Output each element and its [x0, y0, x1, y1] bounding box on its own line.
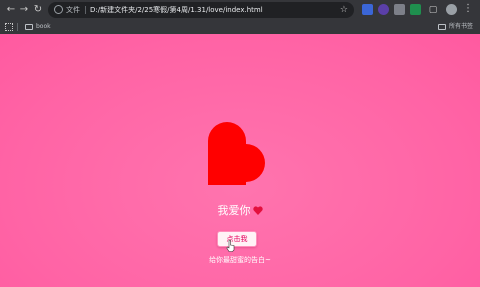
address-bar[interactable]: 文件 D:/新建文件夹/2/25寒假/第4周/1.31/love/index.h…: [48, 2, 354, 18]
page-subtitle: 给你最甜蜜的告白~: [209, 256, 271, 264]
menu-icon[interactable]: ⋮: [463, 2, 473, 16]
browser-toolbar: ← → ↻ 文件 D:/新建文件夹/2/25寒假/第4周/1.31/love/i…: [0, 0, 480, 20]
apps-grid-icon[interactable]: [5, 23, 13, 31]
profile-avatar-icon[interactable]: [446, 4, 457, 15]
address-bar-divider: [85, 6, 86, 14]
extension-icon-1[interactable]: [362, 4, 373, 15]
address-bar-scheme-label: 文件: [66, 6, 80, 14]
star-icon[interactable]: ☆: [340, 3, 348, 17]
extension-icon-2[interactable]: [378, 4, 389, 15]
folder-icon: [438, 24, 446, 30]
bookmark-book[interactable]: book: [36, 21, 51, 33]
extension-icon-3[interactable]: [394, 4, 405, 15]
reload-icon[interactable]: ↻: [31, 3, 45, 17]
bookmarks-divider: [17, 23, 18, 31]
heart-icon: [208, 122, 265, 185]
heart-emoji-icon: [252, 206, 263, 215]
extensions-puzzle-icon[interactable]: ▢: [427, 3, 439, 17]
page-content: 我爱你 点击我 给你最甜蜜的告白~: [0, 34, 480, 287]
browser-chrome: ← → ↻ 文件 D:/新建文件夹/2/25寒假/第4周/1.31/love/i…: [0, 0, 480, 34]
forward-arrow-icon[interactable]: →: [17, 3, 31, 17]
back-arrow-icon[interactable]: ←: [4, 3, 18, 17]
bookmark-all-bookmarks[interactable]: 所有书签: [449, 21, 473, 33]
page-title: 我爱你: [0, 204, 480, 218]
folder-icon: [25, 24, 33, 30]
title-text: 我爱你: [217, 204, 251, 217]
cursor-icon: [226, 240, 235, 252]
info-icon[interactable]: [54, 5, 63, 14]
bookmarks-bar: book 所有书签: [0, 20, 480, 34]
click-me-button[interactable]: 点击我: [217, 231, 257, 247]
address-bar-url[interactable]: D:/新建文件夹/2/25寒假/第4周/1.31/love/index.html: [90, 4, 263, 16]
extension-icon-4[interactable]: [410, 4, 421, 15]
